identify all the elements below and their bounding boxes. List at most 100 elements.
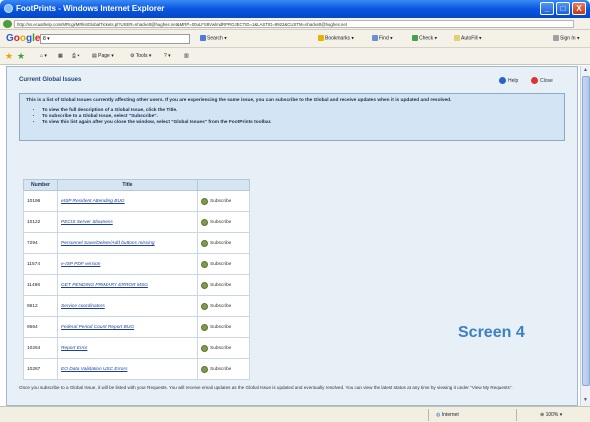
google-search-button[interactable]: Search ▾ (200, 35, 227, 41)
subscribe-cell: Subscribe (197, 232, 250, 254)
subscribe-icon (201, 302, 208, 310)
scrollbar-thumb[interactable] (582, 76, 590, 386)
issue-title-cell: Personnel Save/Delete/Add buttons missin… (57, 232, 198, 254)
back-arrow-icon[interactable] (3, 20, 12, 28)
autofill-icon (454, 35, 460, 41)
status-divider (516, 409, 517, 421)
page-content: Current Global Issues Help Close This is… (6, 66, 578, 406)
issue-title-link[interactable]: Federal Period Count Report BUG (61, 325, 134, 330)
ie-icon (4, 4, 13, 13)
issue-title-link[interactable]: EO Data Validation USC Errors (61, 367, 127, 372)
issue-title-link[interactable]: Service coordinators (61, 304, 105, 309)
issue-number: 11574 (23, 253, 58, 275)
issue-title-link[interactable]: GET PENDING PRIMARY ERROR MSG (61, 283, 148, 288)
issue-number: 9612 (23, 295, 58, 317)
subscribe-icon (201, 281, 208, 289)
column-header-title: Title (57, 179, 198, 191)
issue-title-cell: EO Data Validation USC Errors (57, 358, 198, 380)
google-logo-letter: G (6, 33, 14, 44)
scroll-down-icon[interactable]: ▼ (583, 397, 588, 403)
security-zone: ◍ Internet (436, 412, 459, 418)
subscribe-button[interactable]: Subscribe (201, 197, 231, 205)
subscribe-button[interactable]: Subscribe (201, 302, 231, 310)
subscribe-icon (201, 344, 208, 352)
minimize-button[interactable]: _ (540, 2, 554, 15)
help-menu-icon[interactable]: ? ▾ (164, 53, 171, 59)
google-search-input[interactable]: 8 ▾ (40, 34, 190, 44)
subscribe-button[interactable]: Subscribe (201, 365, 231, 373)
maximize-button[interactable]: □ (556, 2, 570, 15)
search-icon (200, 35, 206, 41)
issue-title-link[interactable]: PECIS Server Slowness (61, 220, 113, 225)
issue-number: 9564 (23, 316, 58, 338)
bookmarks-button[interactable]: Bookmarks ▾ (318, 35, 354, 41)
subscribe-button[interactable]: Subscribe (201, 344, 232, 352)
issue-number: 11498 (23, 274, 58, 296)
vertical-scrollbar[interactable]: ▲ ▼ (580, 66, 590, 406)
issue-title-link[interactable]: Report Error (61, 346, 87, 351)
subscribe-button[interactable]: Subscribe (201, 239, 232, 247)
print-icon[interactable]: ⎙ ▾ (72, 53, 80, 59)
issue-number: 10287 (23, 358, 58, 380)
subscribe-icon (201, 365, 208, 373)
subscribe-label: Subscribe (210, 283, 232, 289)
table-row: 7294 Personnel Save/Delete/Add buttons mi… (23, 232, 250, 254)
find-icon (372, 35, 378, 41)
check-icon (412, 35, 418, 41)
url-field[interactable]: http://ss.ecuathelp.com/MRcgi/MRlistGlob… (14, 20, 574, 28)
subscribe-cell: Subscribe (197, 316, 250, 338)
instruction-item: To view this list again after you close … (42, 120, 558, 126)
subscribe-label: Subscribe (210, 346, 232, 352)
issue-title-link[interactable]: Personnel Save/Delete/Add buttons missin… (61, 241, 155, 246)
feeds-icon[interactable]: ▦ (58, 53, 63, 59)
issue-title-cell: eISP Resident Attending BUG (57, 190, 198, 212)
signin-button[interactable]: Sign In ▾ (553, 35, 579, 41)
table-row: 9564 Federal Period Count Report BUG Subsc… (23, 316, 250, 338)
subscribe-icon (201, 239, 208, 247)
issue-title-cell: Federal Period Count Report BUG (57, 316, 198, 338)
check-button[interactable]: Check ▾ (412, 35, 437, 41)
table-row: 10264 Report Error Subscribe (23, 337, 250, 359)
address-bar: http://ss.ecuathelp.com/MRcgi/MRlistGlob… (0, 18, 590, 30)
scroll-up-icon[interactable]: ▲ (583, 67, 588, 73)
table-row: 10196 eISP Resident Attending BUG Subscrib… (23, 190, 250, 212)
help-link[interactable]: Help (499, 77, 518, 84)
info-box: This is a list of Global Issues currentl… (19, 93, 565, 141)
subscribe-button[interactable]: Subscribe (201, 260, 231, 268)
subscribe-icon (201, 260, 208, 268)
issue-number: 10122 (23, 211, 58, 233)
tools-menu[interactable]: ⚙ Tools ▾ (130, 53, 151, 59)
home-icon[interactable]: ⌂ ▾ (40, 53, 47, 59)
close-window-button[interactable]: X (572, 2, 586, 15)
column-header-number: Number (23, 179, 58, 191)
close-link[interactable]: Close (531, 77, 553, 84)
subscribe-label: Subscribe (210, 220, 232, 226)
page-menu[interactable]: ▤ Page ▾ (92, 53, 114, 59)
table-header-row: Number Title (23, 179, 250, 191)
autofill-button[interactable]: AutoFill ▾ (454, 35, 482, 41)
add-favorites-icon[interactable]: ★ (17, 51, 25, 62)
subscribe-button[interactable]: Subscribe (201, 218, 232, 226)
favorites-star-icon[interactable]: ★ (5, 51, 13, 62)
issue-title-cell: Service coordinators (57, 295, 198, 317)
settings-icon (553, 35, 559, 41)
zoom-level[interactable]: ⊕ 100% ▾ (540, 412, 562, 418)
table-body: 10196 eISP Resident Attending BUG Subscrib… (23, 190, 250, 380)
research-icon[interactable]: ▥ (184, 53, 189, 59)
table-row: 11498 GET PENDING PRIMARY ERROR MSG Subscr… (23, 274, 250, 296)
status-bar: ◍ Internet ⊕ 100% ▾ (0, 406, 590, 422)
subscribe-icon (201, 218, 208, 226)
issue-title-cell: GET PENDING PRIMARY ERROR MSG (57, 274, 198, 296)
subscribe-cell: Subscribe (197, 274, 250, 296)
issue-title-link[interactable]: e-ISP PDF version (61, 262, 100, 267)
find-button[interactable]: Find ▾ (372, 35, 393, 41)
subscribe-label: Subscribe (210, 325, 232, 331)
subscribe-button[interactable]: Subscribe (201, 323, 232, 331)
subscribe-cell: Subscribe (197, 337, 250, 359)
help-icon (499, 77, 506, 84)
issue-title-link[interactable]: eISP Resident Attending BUG (61, 199, 125, 204)
subscribe-cell: Subscribe (197, 253, 250, 275)
subscribe-button[interactable]: Subscribe (201, 281, 232, 289)
issue-number: 10264 (23, 337, 58, 359)
subscribe-label: Subscribe (210, 241, 232, 247)
